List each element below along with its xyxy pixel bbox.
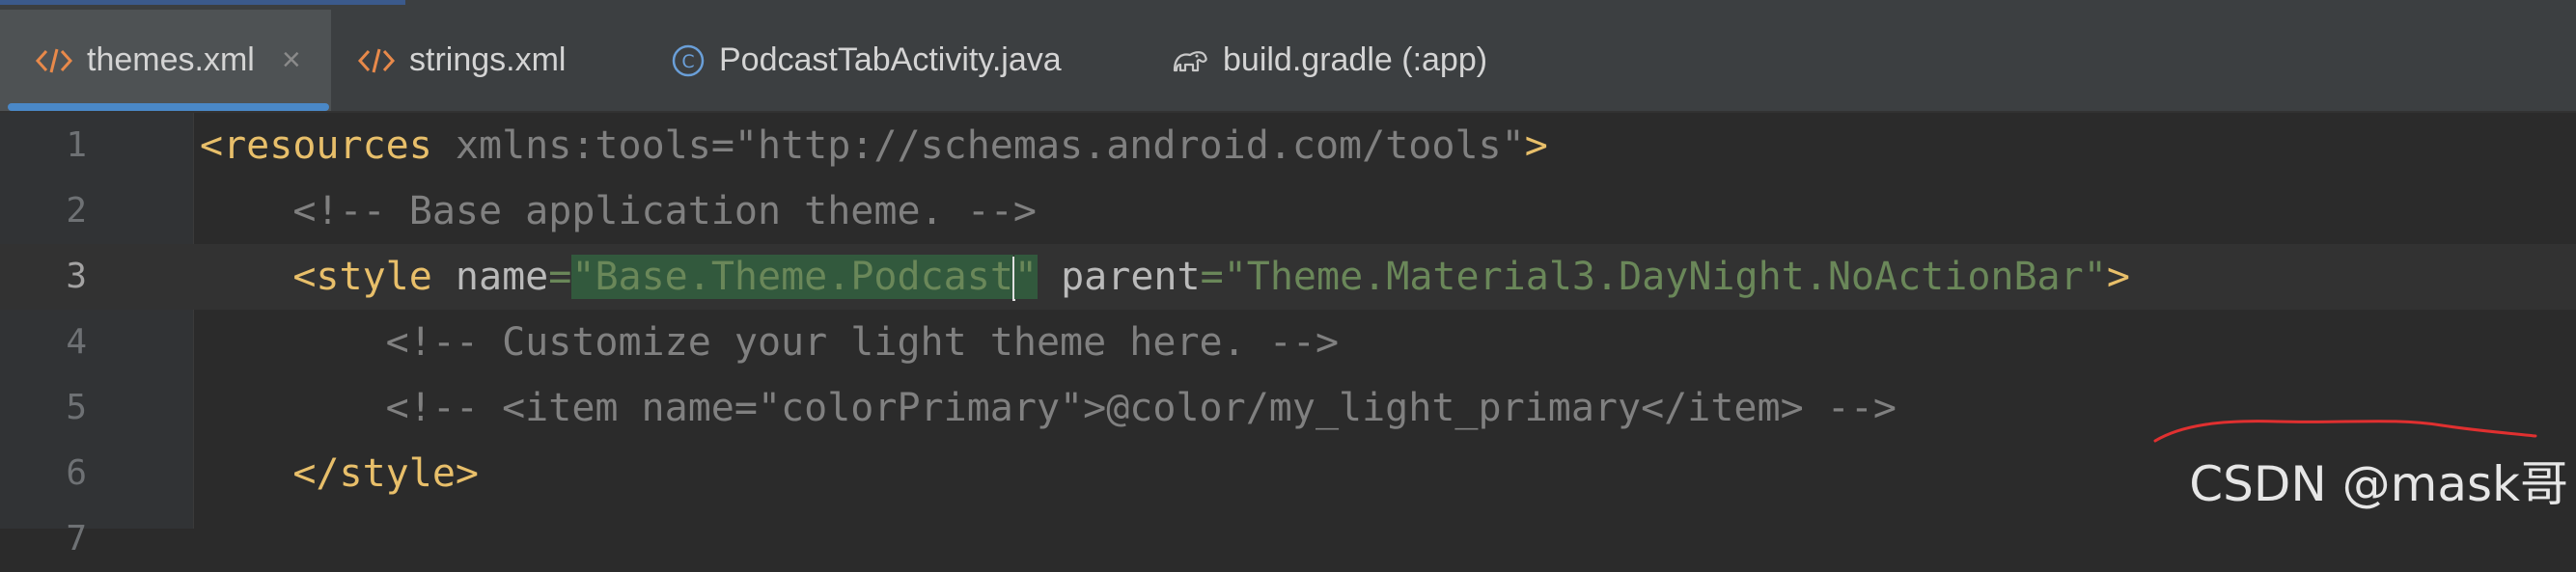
svg-text:C: C <box>681 51 694 72</box>
code-text: <!-- <item name="colorPrimary">@color/my… <box>385 386 1897 430</box>
gradle-icon <box>1171 45 1209 76</box>
code-line-3: 3 <style name="Base.Theme.Podcast" paren… <box>0 244 2576 310</box>
csdn-watermark: CSDN @mask哥 <box>2189 456 2568 512</box>
code-text: </style> <box>292 451 479 496</box>
code-text: <resources xmlns:tools="http://schemas.a… <box>200 123 1548 168</box>
java-class-icon: C <box>671 43 706 78</box>
code-text: <style name="Base.Theme.Podcast" parent=… <box>292 255 2130 301</box>
tab-label: build.gradle (:app) <box>1223 41 1488 78</box>
line-number: 7 <box>66 519 87 558</box>
line-number: 2 <box>66 191 87 231</box>
xml-file-icon <box>357 45 396 76</box>
tab-podcast-tab-activity-java[interactable]: C PodcastTabActivity.java <box>671 10 1062 111</box>
xml-file-icon <box>35 45 73 76</box>
title-accent <box>0 0 405 5</box>
code-line-1: 1 <resources xmlns:tools="http://schemas… <box>0 113 2576 178</box>
line-number: 4 <box>66 322 87 362</box>
selected-theme-name: Base.Theme.Podcast <box>595 255 1013 299</box>
tab-label: strings.xml <box>409 41 567 78</box>
code-line-2: 2 <!-- Base application theme. --> <box>0 178 2576 244</box>
tab-label: PodcastTabActivity.java <box>719 41 1062 78</box>
code-line-4: 4 <!-- Customize your light theme here. … <box>0 310 2576 375</box>
tab-strings-xml[interactable]: strings.xml <box>357 10 566 111</box>
tab-themes-xml[interactable]: themes.xml × <box>0 10 331 111</box>
code-text: <!-- Customize your light theme here. --… <box>385 320 1340 365</box>
line-number: 1 <box>66 125 87 165</box>
code-editor[interactable]: 1 <resources xmlns:tools="http://schemas… <box>0 113 2576 558</box>
active-tab-indicator <box>8 103 329 111</box>
window-top-strip <box>0 0 2576 10</box>
line-number: 6 <box>66 453 87 493</box>
line-number: 3 <box>66 257 87 296</box>
code-text: <!-- Base application theme. --> <box>292 189 1037 233</box>
code-line-7: 7 <box>0 506 2576 572</box>
line-number: 5 <box>66 388 87 427</box>
red-underline-annotation <box>2153 420 2537 443</box>
parent-theme-value: "Theme.Material3.DayNight.NoActionBar" <box>1223 255 2107 299</box>
tab-label: themes.xml <box>87 41 255 78</box>
close-tab-icon[interactable]: × <box>282 41 301 79</box>
tab-build-gradle[interactable]: build.gradle (:app) <box>1171 10 1487 111</box>
editor-tab-bar: themes.xml × strings.xml C PodcastTabAct… <box>0 10 2576 113</box>
